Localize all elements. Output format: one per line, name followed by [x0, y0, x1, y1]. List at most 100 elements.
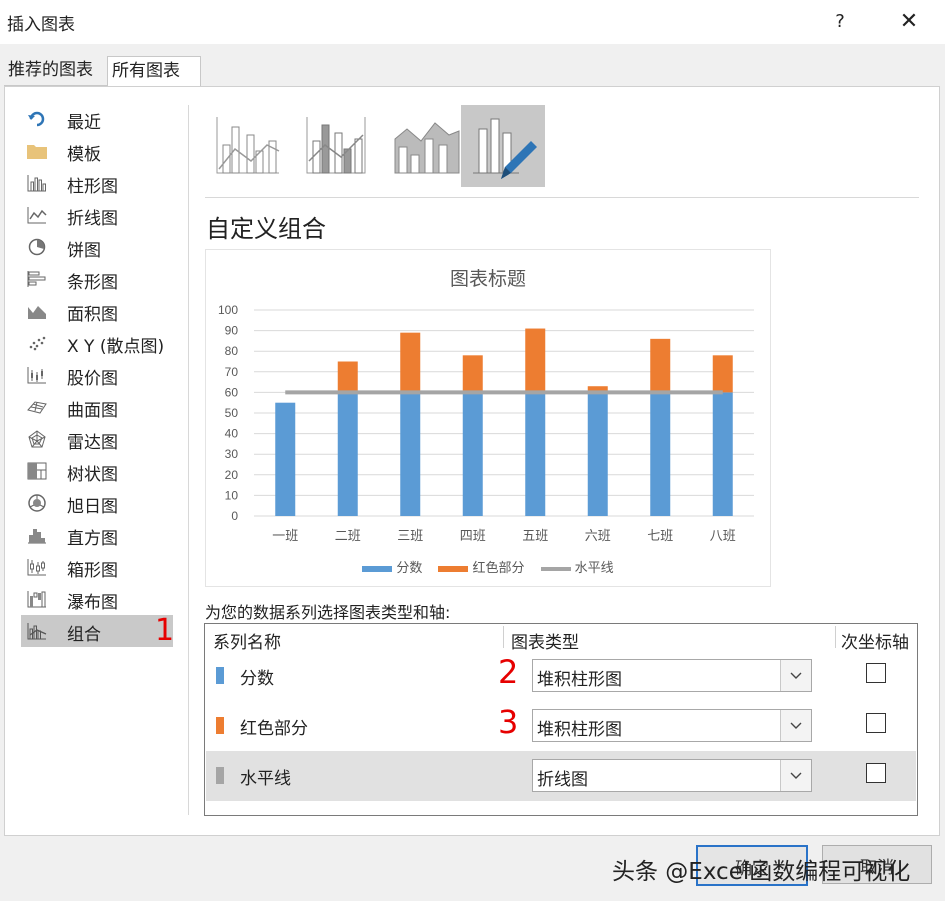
- bar-score: [462, 392, 483, 516]
- sidebar-item-templates[interactable]: 模板: [21, 135, 173, 167]
- close-icon: ✕: [899, 9, 919, 34]
- stacked-area-column-icon: [394, 122, 460, 174]
- tab-all-charts[interactable]: 所有图表: [107, 56, 201, 87]
- dialog-title: 插入图表: [7, 15, 75, 35]
- bar-score: [337, 392, 358, 516]
- sidebar-item-pie[interactable]: 饼图: [21, 231, 173, 263]
- stock-chart-icon: [27, 367, 46, 384]
- watermark: 头条 @Excel函数编程可视化: [612, 859, 911, 885]
- header-series-name: 系列名称: [213, 633, 281, 653]
- sidebar-item-treemap[interactable]: 树状图: [21, 455, 173, 487]
- radar-chart-icon: [28, 430, 46, 448]
- bar-score: [525, 392, 546, 516]
- custom-combo-option[interactable]: [461, 105, 545, 187]
- area-chart-icon: [28, 306, 46, 319]
- bar-score: [587, 392, 608, 516]
- bar-red-part: [650, 338, 671, 393]
- recent-icon: [28, 111, 45, 127]
- combo-chart-icon: [27, 623, 47, 640]
- series-grid: 系列名称 图表类型 次坐标轴 分数 2 堆积柱形图 红色部分 3 堆积柱形图 水…: [204, 623, 918, 816]
- y-tick-label: 40: [225, 427, 239, 441]
- treemap-icon: [27, 462, 47, 480]
- x-tick-label: 一班: [272, 529, 298, 544]
- series-color-swatch: [216, 767, 224, 784]
- series-color-swatch: [216, 717, 224, 734]
- bar-score: [400, 392, 421, 516]
- bar-red-part: [525, 328, 546, 393]
- y-tick-label: 100: [218, 303, 238, 317]
- chevron-down-icon[interactable]: [780, 660, 811, 691]
- sidebar-item-column[interactable]: 柱形图: [21, 167, 173, 199]
- legend-item-score: 分数: [362, 557, 422, 576]
- sidebar-item-stock[interactable]: 股价图: [21, 359, 173, 391]
- line-chart-icon: [27, 207, 47, 224]
- y-tick-label: 60: [225, 385, 239, 399]
- subtype-title: 自定义组合: [206, 215, 326, 243]
- bar-red-part: [337, 361, 358, 393]
- sidebar-item-recent[interactable]: 最近: [21, 103, 173, 135]
- annotation-number-3: 3: [498, 703, 519, 741]
- header-secondary-axis: 次坐标轴: [841, 633, 909, 653]
- header-chart-type: 图表类型: [511, 633, 579, 653]
- series-color-swatch: [216, 667, 224, 684]
- chart-type-select-red-part[interactable]: 堆积柱形图: [532, 709, 812, 742]
- close-button[interactable]: ✕: [894, 8, 924, 36]
- y-tick-label: 0: [231, 509, 238, 523]
- sidebar-item-sunburst[interactable]: 旭日图: [21, 487, 173, 519]
- x-tick-label: 二班: [335, 529, 361, 544]
- x-tick-label: 五班: [522, 529, 548, 544]
- series-name: 分数: [240, 669, 274, 689]
- series-name: 红色部分: [240, 719, 308, 739]
- help-button[interactable]: ?: [826, 8, 854, 36]
- tab-recommended[interactable]: 推荐的图表: [4, 56, 110, 86]
- folder-icon: [27, 145, 47, 159]
- sunburst-icon: [28, 494, 46, 512]
- y-tick-label: 70: [225, 365, 239, 379]
- scatter-chart-icon: [29, 336, 46, 351]
- y-tick-label: 30: [225, 447, 239, 461]
- vertical-divider: [188, 105, 189, 815]
- sidebar-item-area[interactable]: 面积图: [21, 295, 173, 327]
- sidebar-item-radar[interactable]: 雷达图: [21, 423, 173, 455]
- sidebar-item-line[interactable]: 折线图: [21, 199, 173, 231]
- waterfall-icon: [27, 591, 46, 608]
- sidebar-item-scatter[interactable]: X Y (散点图): [21, 327, 173, 359]
- sidebar-item-histogram[interactable]: 直方图: [21, 519, 173, 551]
- sidebar-item-waterfall[interactable]: 瀑布图: [21, 583, 173, 615]
- series-row-red-part: 红色部分 3 堆积柱形图: [206, 701, 916, 751]
- chevron-down-icon[interactable]: [780, 710, 811, 741]
- pie-chart-icon: [28, 238, 46, 256]
- secondary-axis-checkbox-red-part[interactable]: [866, 713, 886, 733]
- annotation-number-1: 1: [155, 613, 175, 648]
- chart-legend: 分数 红色部分 水平线: [206, 557, 770, 576]
- bar-score: [650, 392, 671, 516]
- sidebar-item-surface[interactable]: 曲面图: [21, 391, 173, 423]
- chart-type-select-score[interactable]: 堆积柱形图: [532, 659, 812, 692]
- secondary-axis-checkbox-horizontal-line[interactable]: [866, 763, 886, 783]
- series-prompt: 为您的数据系列选择图表类型和轴:: [205, 603, 451, 622]
- chart-type-select-horizontal-line[interactable]: 折线图: [532, 759, 812, 792]
- legend-item-horizontal-line: 水平线: [540, 557, 614, 576]
- x-tick-label: 六班: [585, 529, 611, 544]
- surface-chart-icon: [27, 401, 47, 414]
- title-bar: 插入图表 ? ✕: [0, 0, 945, 44]
- chart-category-list: 最近 模板 柱形图 折线图 饼图 条形图 面积图 X Y (散点图) 股价图 曲…: [21, 103, 175, 648]
- secondary-axis-checkbox-score[interactable]: [866, 663, 886, 683]
- annotation-number-2: 2: [498, 653, 519, 691]
- clustered-column-line-secondary-option[interactable]: [295, 105, 379, 187]
- horizontal-divider: [205, 197, 919, 198]
- histogram-icon: [28, 529, 46, 544]
- sidebar-item-box-whisker[interactable]: 箱形图: [21, 551, 173, 583]
- stacked-area-column-option[interactable]: [385, 105, 469, 187]
- series-row-horizontal-line: 水平线 折线图: [206, 751, 916, 801]
- bar-red-part: [712, 355, 733, 393]
- chevron-down-icon[interactable]: [780, 760, 811, 791]
- sidebar-item-combo[interactable]: 组合 1: [21, 613, 175, 648]
- tab-panel: 最近 模板 柱形图 折线图 饼图 条形图 面积图 X Y (散点图) 股价图 曲…: [4, 86, 940, 836]
- legend-item-red-part: 红色部分: [438, 557, 525, 576]
- clustered-column-line-option[interactable]: [205, 105, 289, 187]
- y-tick-label: 80: [225, 344, 239, 358]
- sidebar-item-bar[interactable]: 条形图: [21, 263, 173, 295]
- clustered-column-line-secondary-icon: [306, 117, 366, 174]
- chart-preview: 图表标题 0 10 20 30 40 50 60 70 80 90 100 一班 二班 三班 四班 五班 六班七…: [205, 249, 771, 587]
